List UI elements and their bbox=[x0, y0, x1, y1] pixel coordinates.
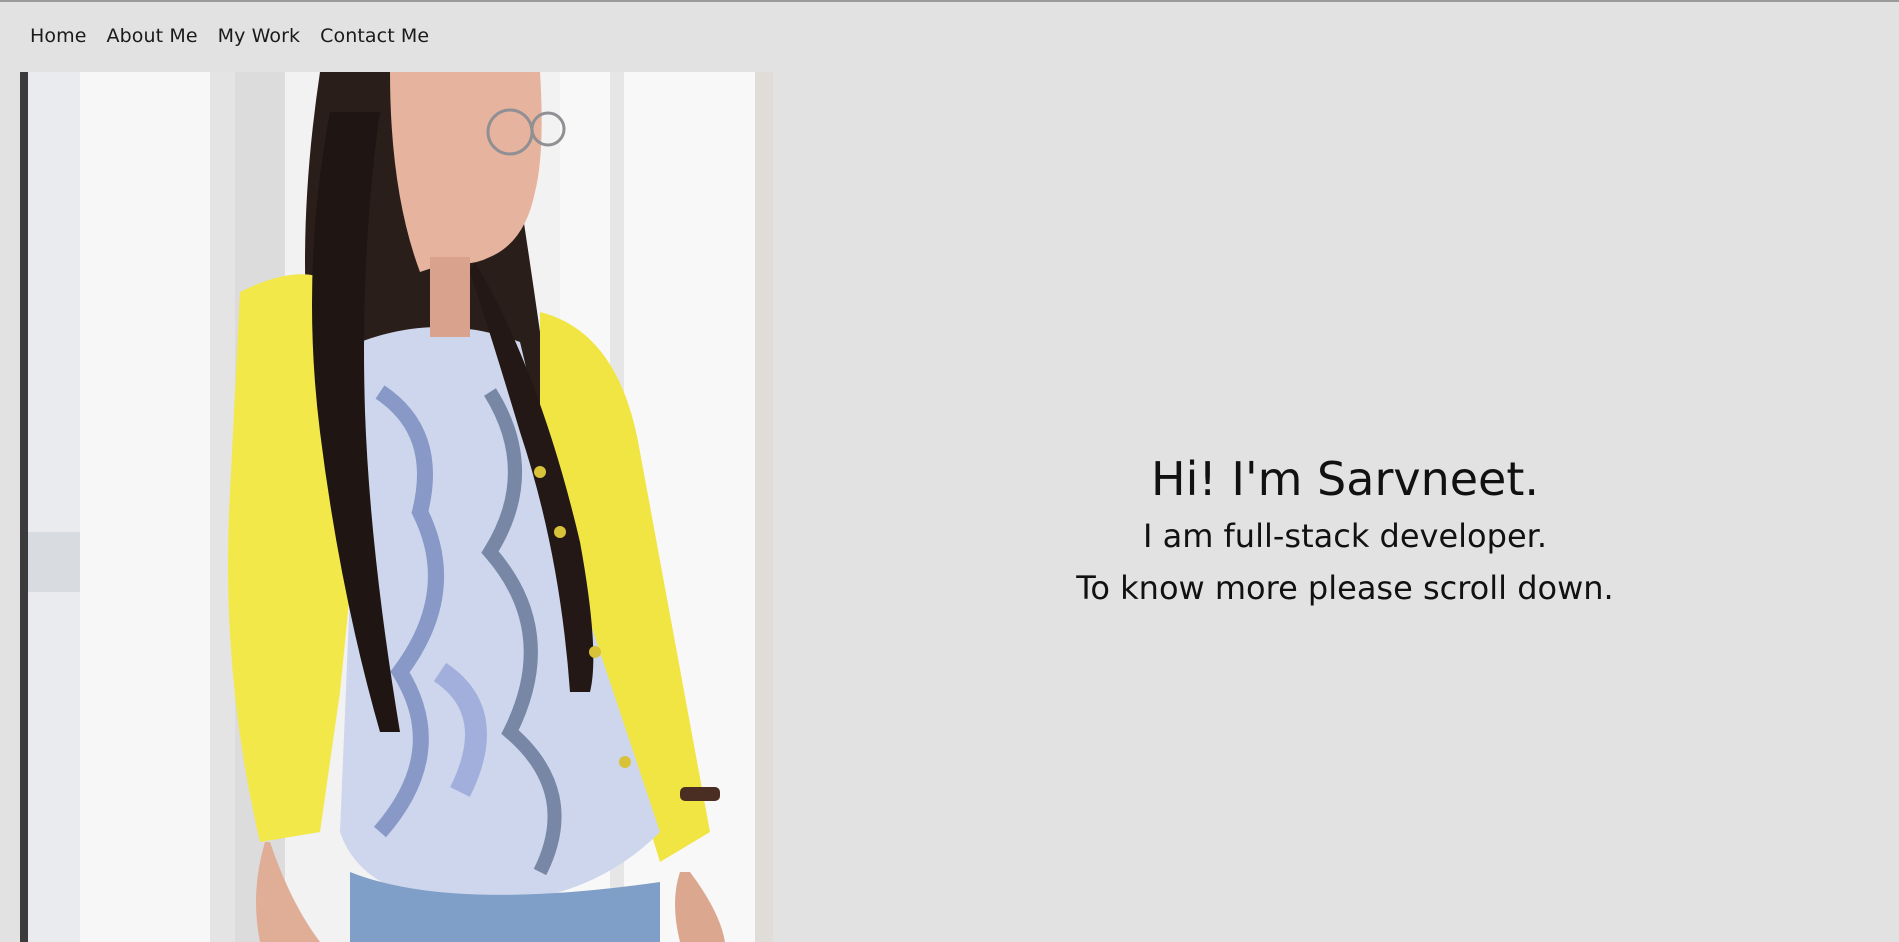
hero-subtitle: I am full-stack developer. bbox=[1142, 517, 1548, 555]
profile-photo bbox=[20, 72, 773, 942]
hero-intro: Hi! I'm Sarvneet. I am full-stack develo… bbox=[1010, 448, 1680, 614]
nav-work-link[interactable]: My Work bbox=[218, 25, 301, 47]
hero-scroll-hint: To know more please scroll down. bbox=[1076, 569, 1614, 607]
nav-about-link[interactable]: About Me bbox=[107, 25, 198, 47]
nav-home-link[interactable]: Home bbox=[30, 25, 87, 47]
hero-title: Hi! I'm Sarvneet. bbox=[1150, 452, 1539, 506]
nav-contact-link[interactable]: Contact Me bbox=[320, 25, 429, 47]
top-border bbox=[0, 0, 1899, 2]
top-nav: Home About Me My Work Contact Me bbox=[30, 25, 449, 47]
